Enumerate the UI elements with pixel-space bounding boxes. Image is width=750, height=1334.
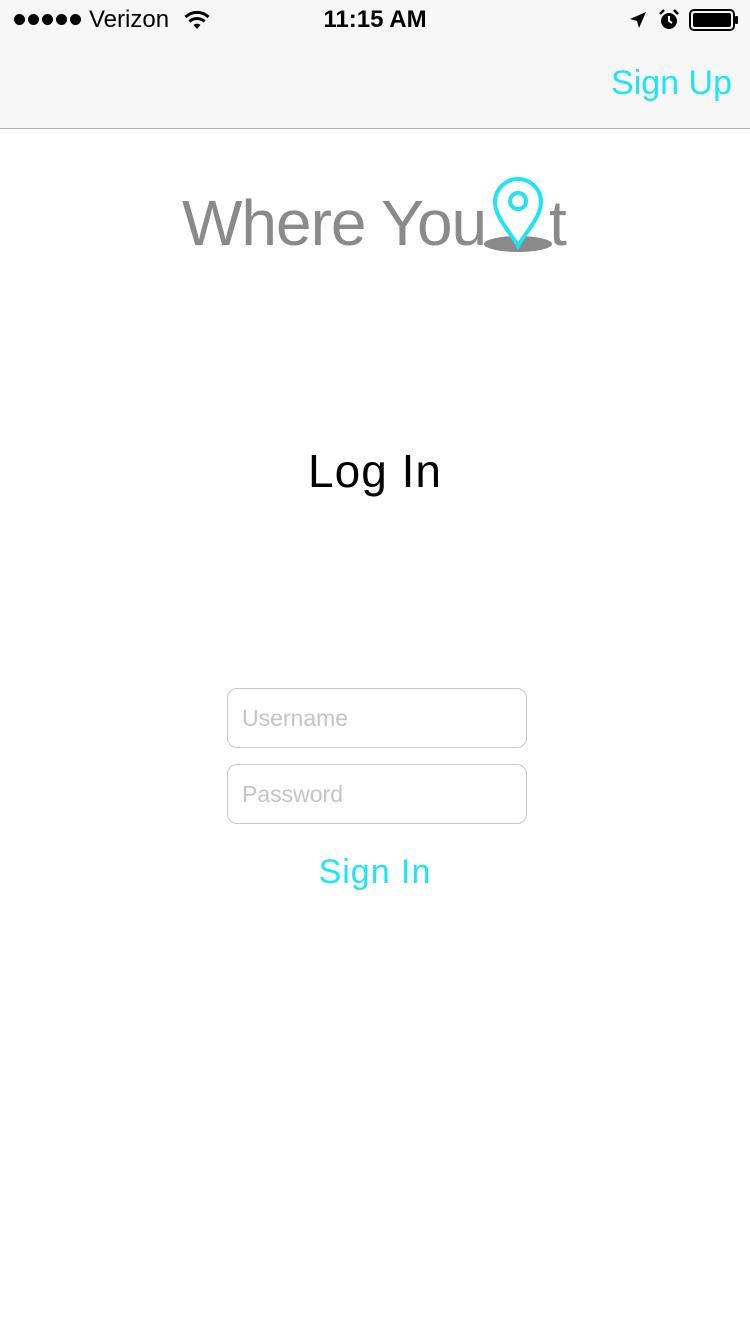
location-arrow-icon bbox=[630, 12, 646, 28]
username-input[interactable] bbox=[227, 688, 527, 748]
login-screen: Verizon 11:15 AM Sign Up Where You t Log… bbox=[0, 0, 750, 1334]
password-input[interactable] bbox=[227, 764, 527, 824]
logo-text: Where You bbox=[182, 187, 487, 259]
page-title: Log In bbox=[308, 445, 442, 497]
sign-in-button[interactable]: Sign In bbox=[0, 852, 750, 893]
logo-trailing-letter: t bbox=[549, 187, 567, 259]
navigation-bar: Verizon 11:15 AM Sign Up bbox=[0, 0, 750, 129]
status-bar: Verizon 11:15 AM bbox=[0, 0, 750, 40]
alarm-icon bbox=[659, 9, 679, 29]
app-logo: Where You t bbox=[0, 172, 750, 262]
map-pin-icon bbox=[484, 177, 552, 252]
sign-up-button[interactable]: Sign Up bbox=[611, 64, 732, 103]
battery-icon bbox=[689, 9, 738, 31]
